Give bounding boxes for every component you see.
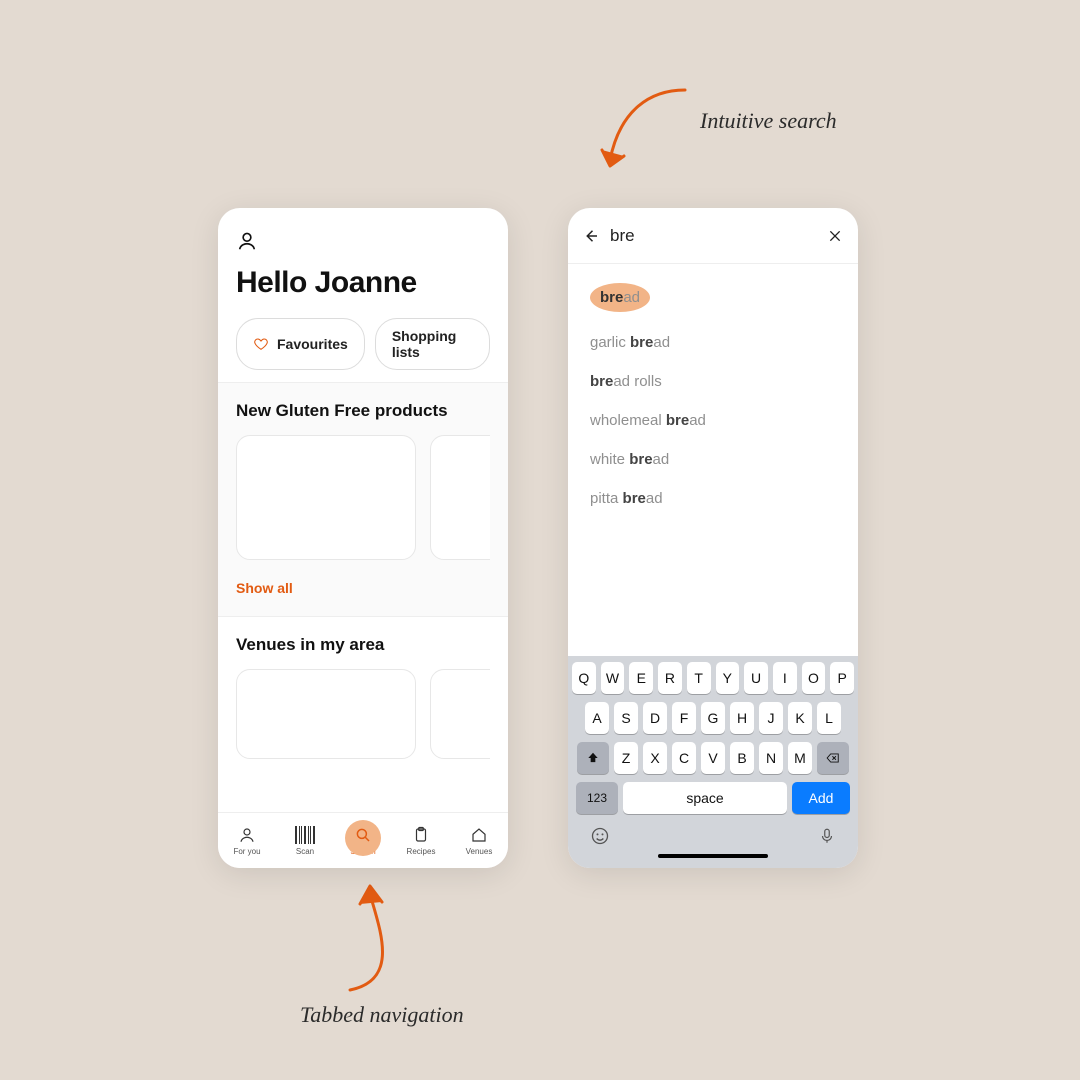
key-z[interactable]: Z — [614, 742, 638, 774]
clear-button[interactable] — [826, 227, 844, 245]
annotation-tabs: Tabbed navigation — [300, 1002, 464, 1028]
arrow-top — [590, 80, 700, 180]
key-l[interactable]: L — [817, 702, 841, 734]
section-venues: Venues in my area — [218, 616, 508, 759]
section-title: New Gluten Free products — [236, 401, 490, 421]
key-space[interactable]: space — [623, 782, 787, 814]
show-all-link[interactable]: Show all — [236, 580, 490, 596]
search-header: bre — [568, 208, 858, 264]
favourites-label: Favourites — [277, 336, 348, 352]
search-icon — [353, 826, 373, 844]
home-icon — [469, 826, 489, 844]
annotation-search: Intuitive search — [700, 108, 837, 134]
key-m[interactable]: M — [788, 742, 812, 774]
key-v[interactable]: V — [701, 742, 725, 774]
key-g[interactable]: G — [701, 702, 725, 734]
shift-icon — [586, 751, 600, 765]
arrow-left-icon — [582, 227, 600, 245]
tab-label: Venues — [466, 847, 493, 856]
key-o[interactable]: O — [802, 662, 826, 694]
key-j[interactable]: J — [759, 702, 783, 734]
heart-icon — [253, 336, 269, 352]
key-i[interactable]: I — [773, 662, 797, 694]
shopping-lists-button[interactable]: Shopping lists — [375, 318, 490, 370]
key-n[interactable]: N — [759, 742, 783, 774]
search-input[interactable]: bre — [610, 226, 816, 246]
key-numbers[interactable]: 123 — [576, 782, 618, 814]
search-suggestion[interactable]: pitta bread — [568, 479, 858, 518]
key-e[interactable]: E — [629, 662, 653, 694]
favourites-button[interactable]: Favourites — [236, 318, 365, 370]
arrow-bottom — [330, 880, 430, 1000]
user-icon — [237, 826, 257, 844]
user-icon[interactable] — [236, 230, 258, 252]
key-action[interactable]: Add — [792, 782, 850, 814]
key-x[interactable]: X — [643, 742, 667, 774]
venue-card[interactable] — [430, 669, 490, 759]
search-results: breadgarlic breadbread rollswholemeal br… — [568, 264, 858, 526]
home-indicator[interactable] — [658, 854, 768, 858]
key-t[interactable]: T — [687, 662, 711, 694]
barcode-icon — [295, 826, 315, 844]
phone-search: bre breadgarlic breadbread rollswholemea… — [568, 208, 858, 868]
key-u[interactable]: U — [744, 662, 768, 694]
key-f[interactable]: F — [672, 702, 696, 734]
search-suggestion[interactable]: garlic bread — [568, 323, 858, 362]
section-title: Venues in my area — [236, 635, 490, 655]
shopping-lists-label: Shopping lists — [392, 328, 473, 360]
key-s[interactable]: S — [614, 702, 638, 734]
close-icon — [827, 228, 843, 244]
tab-scan[interactable]: Scan — [281, 826, 329, 856]
tab-bar: For you Scan Search Recipes — [218, 812, 508, 868]
clipboard-icon — [411, 826, 431, 844]
key-q[interactable]: Q — [572, 662, 596, 694]
tab-label: Scan — [296, 847, 314, 856]
product-card[interactable] — [236, 435, 416, 560]
key-r[interactable]: R — [658, 662, 682, 694]
keyboard: QWERTYUIOP ASDFGHJKL ZXCVBNM 123 space A… — [568, 656, 858, 868]
key-p[interactable]: P — [830, 662, 854, 694]
key-y[interactable]: Y — [716, 662, 740, 694]
key-h[interactable]: H — [730, 702, 754, 734]
key-a[interactable]: A — [585, 702, 609, 734]
key-backspace[interactable] — [817, 742, 849, 774]
greeting: Hello Joanne — [236, 266, 490, 300]
search-suggestion[interactable]: bread rolls — [568, 362, 858, 401]
key-w[interactable]: W — [601, 662, 625, 694]
tab-for-you[interactable]: For you — [223, 826, 271, 856]
venue-card[interactable] — [236, 669, 416, 759]
tab-venues[interactable]: Venues — [455, 826, 503, 856]
tab-label: For you — [233, 847, 260, 856]
mic-icon[interactable] — [818, 826, 836, 846]
key-b[interactable]: B — [730, 742, 754, 774]
tab-search[interactable]: Search — [339, 826, 387, 856]
backspace-icon — [825, 751, 841, 765]
tab-recipes[interactable]: Recipes — [397, 826, 445, 856]
phone-home: Hello Joanne Favourites Shopping lists N… — [218, 208, 508, 868]
section-new-products: New Gluten Free products Show all — [218, 382, 508, 616]
key-k[interactable]: K — [788, 702, 812, 734]
key-c[interactable]: C — [672, 742, 696, 774]
key-d[interactable]: D — [643, 702, 667, 734]
search-suggestion[interactable]: bread — [568, 272, 858, 323]
search-suggestion[interactable]: white bread — [568, 440, 858, 479]
product-card[interactable] — [430, 435, 490, 560]
emoji-icon[interactable] — [590, 826, 610, 846]
search-suggestion[interactable]: wholemeal bread — [568, 401, 858, 440]
tab-label: Recipes — [407, 847, 436, 856]
back-button[interactable] — [582, 227, 600, 245]
key-shift[interactable] — [577, 742, 609, 774]
